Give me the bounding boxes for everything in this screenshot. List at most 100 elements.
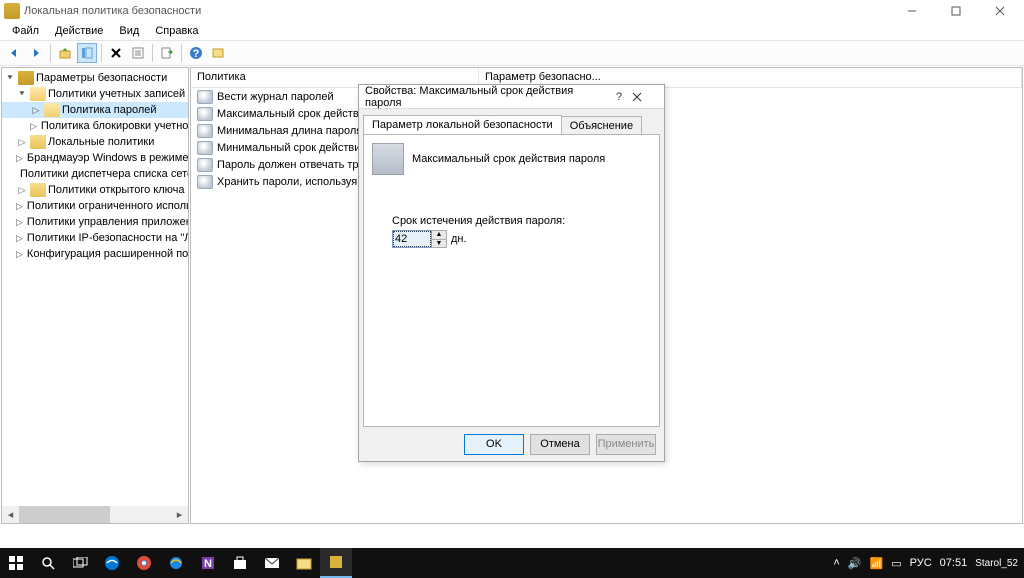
app-icon bbox=[4, 3, 20, 19]
language-indicator[interactable]: РУС bbox=[910, 557, 932, 569]
expiration-label: Срок истечения действия пароля: bbox=[392, 215, 651, 227]
tree-label: Локальные политики bbox=[48, 136, 154, 148]
tree-item[interactable]: ▷ Политики управления приложени bbox=[2, 214, 188, 230]
properties-button[interactable] bbox=[128, 43, 148, 63]
tree-label: Политики IP-безопасности на "Ло bbox=[27, 232, 189, 244]
tree-item-lockout-policy[interactable]: ▷ Политика блокировки учетной bbox=[2, 118, 188, 134]
policy-icon bbox=[197, 175, 213, 189]
network-icon[interactable]: 📶 bbox=[870, 557, 884, 570]
tree-item[interactable]: ▷ Конфигурация расширенной пол bbox=[2, 246, 188, 262]
tree-label: Политики ограниченного использ bbox=[27, 200, 189, 212]
tree-item[interactable]: Политики диспетчера списка сете bbox=[2, 166, 188, 182]
dialog-close-button[interactable] bbox=[632, 92, 658, 102]
delete-button[interactable] bbox=[106, 43, 126, 63]
toolbar: ? bbox=[0, 41, 1024, 66]
tree-label: Брандмауэр Windows в режиме п bbox=[27, 152, 189, 164]
edge-icon[interactable] bbox=[96, 548, 128, 578]
tree-root[interactable]: ⯆ Параметры безопасности bbox=[2, 70, 188, 86]
expand-icon[interactable]: ▷ bbox=[16, 232, 23, 244]
policy-icon bbox=[197, 158, 213, 172]
collapse-icon[interactable]: ⯆ bbox=[16, 88, 28, 100]
tree-item[interactable]: ▷Политики открытого ключа bbox=[2, 182, 188, 198]
horizontal-scrollbar[interactable]: ◂ ▸ bbox=[2, 506, 188, 523]
chrome-icon[interactable] bbox=[128, 548, 160, 578]
cancel-button[interactable]: Отмена bbox=[530, 434, 590, 455]
tab-local-security[interactable]: Параметр локальной безопасности bbox=[363, 115, 562, 134]
export-button[interactable] bbox=[157, 43, 177, 63]
tree-label: Политика паролей bbox=[62, 104, 157, 116]
window-titlebar: Локальная политика безопасности bbox=[0, 0, 1024, 22]
policy-name-label: Максимальный срок действия пароля bbox=[412, 153, 605, 165]
forward-button[interactable] bbox=[26, 43, 46, 63]
scroll-right-icon[interactable]: ▸ bbox=[171, 506, 188, 523]
tray-chevron-icon[interactable]: ˄ bbox=[833, 557, 839, 569]
tree-item[interactable]: ▷ Брандмауэр Windows в режиме п bbox=[2, 150, 188, 166]
secpol-icon[interactable] bbox=[320, 548, 352, 578]
scroll-thumb[interactable] bbox=[19, 506, 110, 523]
menu-help[interactable]: Справка bbox=[147, 23, 206, 39]
collapse-icon[interactable]: ⯆ bbox=[4, 72, 16, 84]
refresh-button[interactable] bbox=[208, 43, 228, 63]
folder-icon bbox=[18, 71, 34, 85]
scroll-left-icon[interactable]: ◂ bbox=[2, 506, 19, 523]
explorer-icon[interactable] bbox=[288, 548, 320, 578]
svg-text:?: ? bbox=[193, 48, 200, 60]
tree-item[interactable]: ▷ Политики ограниченного использ bbox=[2, 198, 188, 214]
tab-explanation[interactable]: Объяснение bbox=[561, 116, 642, 135]
user-label: Starol_52 bbox=[975, 558, 1018, 569]
minimize-button[interactable] bbox=[890, 0, 934, 22]
folder-icon bbox=[30, 183, 46, 197]
tree-item-account-policies[interactable]: ⯆ Политики учетных записей bbox=[2, 86, 188, 102]
days-input[interactable] bbox=[392, 230, 432, 248]
menu-action[interactable]: Действие bbox=[47, 23, 111, 39]
tree-root-label: Параметры безопасности bbox=[36, 72, 167, 84]
search-icon[interactable] bbox=[32, 548, 64, 578]
expand-icon[interactable]: ▷ bbox=[16, 136, 28, 148]
apply-button[interactable]: Применить bbox=[596, 434, 656, 455]
expand-icon[interactable]: ▷ bbox=[30, 104, 42, 116]
ok-button[interactable]: OK bbox=[464, 434, 524, 455]
tree-item[interactable]: ▷ Политики IP-безопасности на "Ло bbox=[2, 230, 188, 246]
dialog-buttons: OK Отмена Применить bbox=[359, 427, 664, 461]
list-item-name: Минимальная длина пароля bbox=[217, 125, 362, 137]
tree-item[interactable]: ▷ Локальные политики bbox=[2, 134, 188, 150]
store-icon[interactable] bbox=[224, 548, 256, 578]
mail-icon[interactable] bbox=[256, 548, 288, 578]
dialog-title: Свойства: Максимальный срок действия пар… bbox=[365, 85, 606, 109]
expand-icon[interactable]: ▷ bbox=[16, 248, 23, 260]
folder-icon bbox=[30, 135, 46, 149]
tree-item-password-policy[interactable]: ▷ Политика паролей bbox=[2, 102, 188, 118]
menu-view[interactable]: Вид bbox=[111, 23, 147, 39]
spinner-down-icon[interactable]: ▼ bbox=[432, 240, 446, 248]
expand-icon[interactable]: ▷ bbox=[30, 120, 37, 132]
action-center-icon[interactable]: ▭ bbox=[891, 557, 901, 570]
clock[interactable]: 07:51 bbox=[940, 557, 968, 569]
close-button[interactable] bbox=[978, 0, 1022, 22]
console-tree-button[interactable] bbox=[77, 43, 97, 63]
back-button[interactable] bbox=[4, 43, 24, 63]
tree-label: Конфигурация расширенной пол bbox=[27, 248, 189, 260]
ie-icon[interactable] bbox=[160, 548, 192, 578]
tree-pane: ⯆ Параметры безопасности ⯆ Политики учет… bbox=[1, 67, 189, 524]
spinner-up-icon[interactable]: ▲ bbox=[432, 231, 446, 240]
help-button[interactable]: ? bbox=[186, 43, 206, 63]
tree-label: Политики управления приложени bbox=[27, 216, 189, 228]
expand-icon[interactable]: ▷ bbox=[16, 184, 28, 196]
policy-large-icon bbox=[372, 143, 404, 175]
maximize-button[interactable] bbox=[934, 0, 978, 22]
expand-icon[interactable]: ▷ bbox=[16, 216, 23, 228]
dialog-help-button[interactable]: ? bbox=[606, 91, 632, 103]
volume-icon[interactable]: 🔊 bbox=[848, 557, 862, 570]
up-button[interactable] bbox=[55, 43, 75, 63]
expand-icon[interactable]: ▷ bbox=[16, 152, 23, 164]
tree[interactable]: ⯆ Параметры безопасности ⯆ Политики учет… bbox=[2, 68, 188, 264]
expand-icon[interactable]: ▷ bbox=[16, 200, 23, 212]
dialog-titlebar: Свойства: Максимальный срок действия пар… bbox=[359, 85, 664, 109]
menu-file[interactable]: Файл bbox=[4, 23, 47, 39]
taskview-icon[interactable] bbox=[64, 548, 96, 578]
tree-label: Политика блокировки учетной bbox=[41, 120, 189, 132]
onenote-icon[interactable]: N bbox=[192, 548, 224, 578]
start-button[interactable] bbox=[0, 548, 32, 578]
window-title: Локальная политика безопасности bbox=[24, 5, 890, 17]
spinner-arrows: ▲ ▼ bbox=[432, 230, 447, 248]
